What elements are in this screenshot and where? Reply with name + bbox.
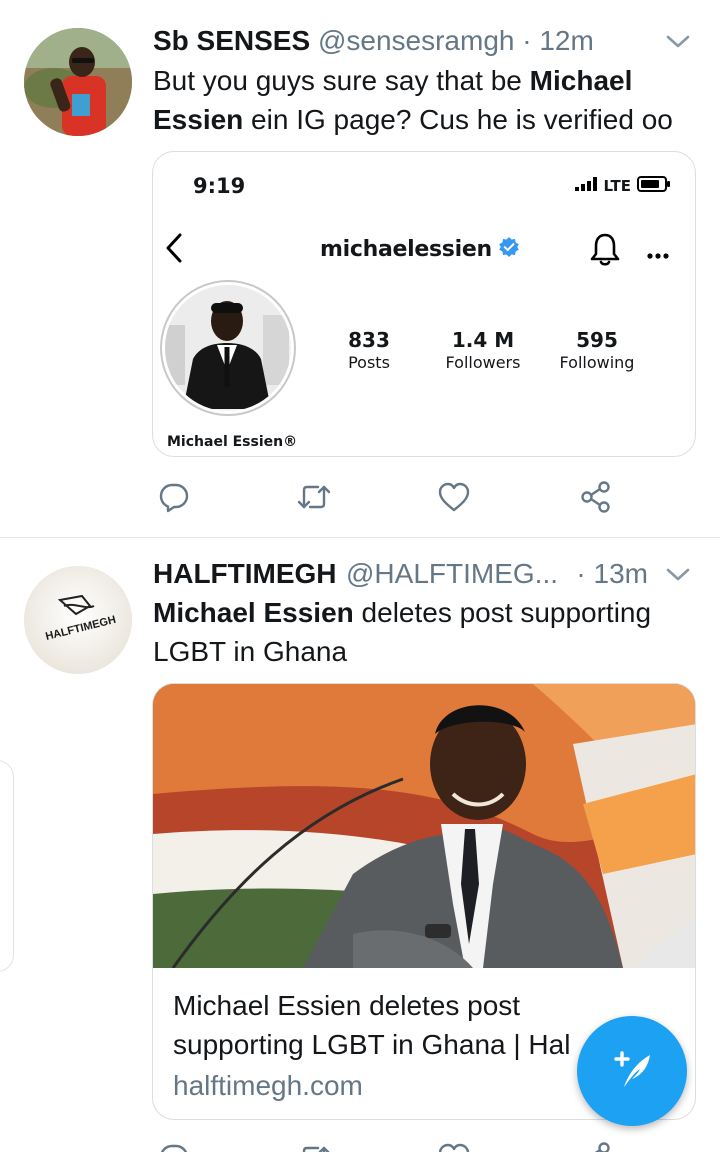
ig-full-name: Michael Essien® — [167, 434, 298, 450]
tweet-text: But you guys sure say that be Michael Es… — [153, 61, 696, 139]
tweet[interactable]: Sb SENSES @sensesramgh · 12m But you guy… — [0, 0, 720, 538]
verified-badge-icon — [498, 236, 520, 263]
share-icon[interactable] — [576, 477, 616, 517]
display-name[interactable]: Sb SENSES — [153, 25, 310, 56]
ig-username: michaelessien — [320, 236, 492, 262]
side-panel-edge[interactable] — [0, 760, 14, 972]
ig-stat-following: 595 Following — [549, 328, 645, 374]
ig-following-count: 595 — [576, 328, 618, 352]
heart-icon[interactable] — [434, 477, 474, 517]
more-options-icon — [647, 246, 669, 259]
link-preview-image — [153, 684, 695, 968]
avatar[interactable] — [24, 28, 132, 136]
reply-icon[interactable] — [154, 477, 194, 517]
tweet-text: Michael Essien deletes post supporting L… — [153, 593, 696, 671]
ig-stat-followers: 1.4 M Followers — [433, 328, 533, 374]
timestamp[interactable]: · 13m — [576, 556, 648, 592]
ig-posts-label: Posts — [348, 353, 390, 372]
handle-wrap: @HALFTIMEG... — [346, 556, 561, 592]
chevron-down-icon[interactable] — [664, 560, 692, 588]
display-name[interactable]: HALFTIMEGH — [153, 558, 337, 589]
compose-tweet-icon — [606, 1043, 658, 1100]
retweet-icon[interactable] — [294, 1138, 334, 1152]
timestamp[interactable]: 12m — [539, 25, 593, 56]
tweet-header: HALFTIMEGH @HALFTIMEG... · 13m — [153, 556, 692, 592]
user-handle[interactable]: @sensesramgh — [318, 25, 515, 56]
ig-posts-count: 833 — [348, 328, 390, 352]
compose-tweet-button[interactable] — [577, 1016, 687, 1126]
chevron-down-icon[interactable] — [664, 27, 692, 55]
tweet-text-part: ein IG page? Cus he is verified oo — [243, 104, 673, 135]
separator-dot: · — [522, 25, 532, 56]
reply-icon[interactable] — [154, 1138, 194, 1152]
tweet-actions — [152, 477, 622, 517]
link-preview-domain: halftimegh.com — [173, 1070, 363, 1101]
retweet-icon[interactable] — [294, 477, 334, 517]
tweet-actions — [152, 1138, 622, 1152]
heart-icon[interactable] — [434, 1138, 474, 1152]
network-label: LTE — [603, 177, 631, 195]
ig-followers-count: 1.4 M — [451, 328, 515, 352]
ig-username-row: michaelessien — [320, 234, 520, 264]
ig-followers-label: Followers — [445, 353, 521, 372]
timestamp-value: 13m — [593, 558, 648, 589]
separator-dot: · — [576, 558, 586, 589]
battery-icon — [637, 175, 671, 197]
link-preview-title: Michael Essien deletes post supporting L… — [173, 990, 571, 1060]
tweet-header: Sb SENSES @sensesramgh · 12m — [153, 23, 692, 59]
bell-icon — [589, 232, 621, 268]
ig-following-label: Following — [559, 353, 635, 372]
ig-stat-posts: 833 Posts — [329, 328, 409, 374]
attached-image[interactable]: 9:19 LTE michaelessien 833 Posts 1.4 M F… — [152, 151, 696, 457]
avatar[interactable]: HALFTIMEGH — [24, 566, 132, 674]
tweet-text-highlight: Michael Essien — [153, 597, 354, 628]
signal-icon — [575, 177, 598, 195]
ig-status-bar: LTE — [575, 176, 671, 196]
back-arrow-icon — [163, 232, 185, 264]
ig-profile-picture — [160, 280, 296, 416]
user-handle[interactable]: @HALFTIMEG... — [346, 558, 558, 589]
tweet-text-part: But you guys sure say that be — [153, 65, 530, 96]
share-icon[interactable] — [576, 1138, 616, 1152]
ig-status-time: 9:19 — [193, 174, 246, 198]
